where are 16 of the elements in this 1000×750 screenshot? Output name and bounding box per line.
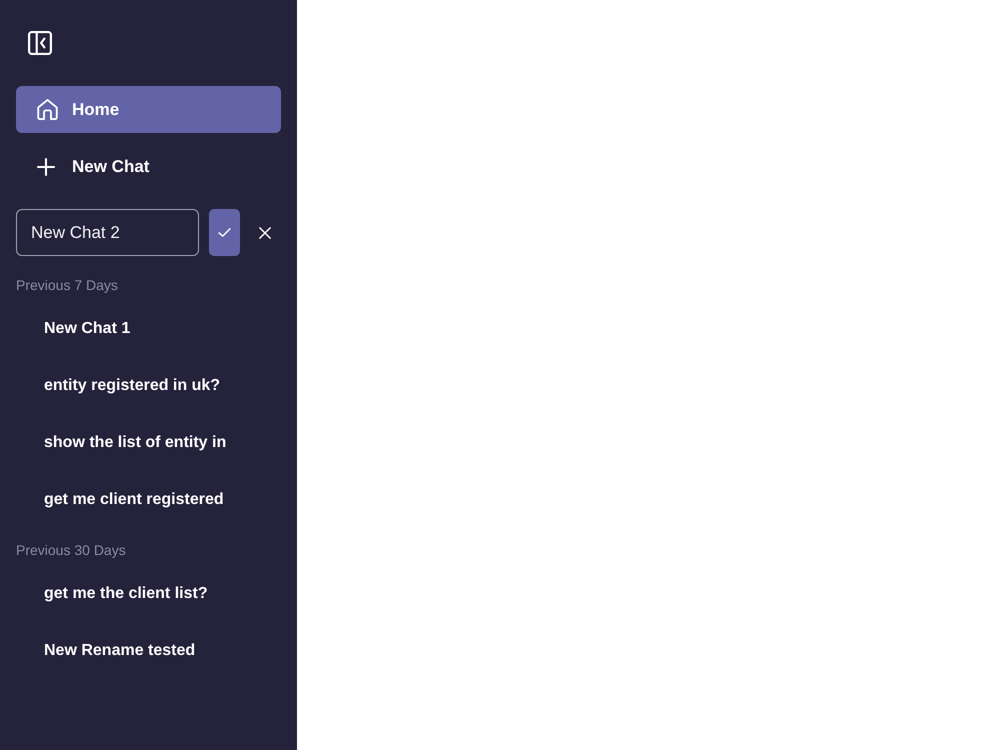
- check-icon: [218, 228, 231, 237]
- close-icon[interactable]: [259, 226, 271, 238]
- home-icon: [37, 99, 58, 120]
- chat-item[interactable]: New Chat 1: [16, 300, 281, 357]
- chat-item[interactable]: show the list of entity in: [16, 414, 281, 471]
- new-chat-button[interactable]: New Chat: [16, 143, 281, 190]
- home-button[interactable]: Home: [16, 86, 281, 133]
- chat-item[interactable]: get me client registered: [16, 471, 281, 528]
- section-heading: Previous 7 Days: [16, 276, 118, 294]
- sidebar-collapse-icon[interactable]: [28, 31, 52, 55]
- chat-item[interactable]: entity registered in uk?: [16, 357, 281, 414]
- chat-item[interactable]: get me the client list?: [16, 565, 281, 622]
- chat-item[interactable]: New Rename tested: [16, 622, 281, 679]
- rename-field[interactable]: New Chat 2: [16, 209, 199, 256]
- plus-icon: [37, 158, 55, 176]
- section-heading: Previous 30 Days: [16, 541, 126, 559]
